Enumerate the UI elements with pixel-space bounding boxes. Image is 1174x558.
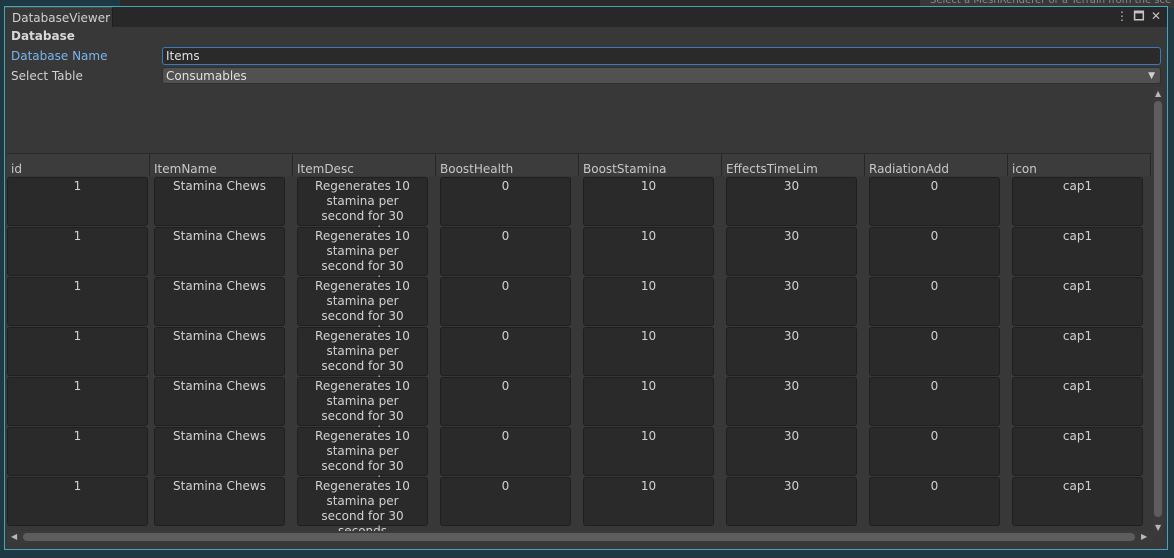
cell-id[interactable]: 1 [7,227,148,276]
table-header-row: id ItemName ItemDesc BoostHealth BoostStamin… [7,153,1152,176]
table-row: 1 Stamina Chews Regenerates 10 stamina per… [7,277,1152,338]
cell-booststamina[interactable]: 10 [583,477,714,526]
cell-itemdesc[interactable]: Regenerates 10 stamina per second for 30… [297,477,428,533]
cell-radiationadd[interactable]: 0 [869,427,1000,476]
maximize-icon[interactable]: 🗖 [1132,9,1146,23]
cell-itemname[interactable]: Stamina Chews [154,177,285,226]
cell-boosthealth[interactable]: 0 [440,427,571,476]
cell-icon[interactable]: cap1 [1012,477,1143,526]
cell-boosthealth[interactable]: 0 [440,277,571,326]
section-title: Database [11,29,75,43]
cell-icon[interactable]: cap1 [1012,427,1143,476]
column-header-id[interactable]: id [7,154,150,176]
table-row: 1 Stamina Chews Regenerates 10 stamina per… [7,377,1152,438]
cell-itemname[interactable]: Stamina Chews [154,377,285,426]
cell-id[interactable]: 1 [7,327,148,376]
cell-itemdesc[interactable]: Regenerates 10 stamina per second for 30… [297,227,428,288]
column-header-radiationadd[interactable]: RadiationAdd [865,154,1008,176]
table-row: 1 Stamina Chews Regenerates 10 stamina per… [7,227,1152,288]
cell-booststamina[interactable]: 10 [583,377,714,426]
vertical-scroll-thumb[interactable] [1154,101,1162,517]
chevron-down-icon: ▼ [1148,71,1155,81]
cell-id[interactable]: 1 [7,277,148,326]
kebab-menu-icon[interactable]: ⋮ [1115,9,1129,23]
database-name-label: Database Name [11,49,108,63]
cell-id[interactable]: 1 [7,377,148,426]
data-grid: id ItemName ItemDesc BoostHealth BoostStamin… [7,153,1152,533]
cell-booststamina[interactable]: 10 [583,277,714,326]
cell-effectstimelim[interactable]: 30 [726,277,857,326]
select-table-value: Consumables [166,69,247,83]
cell-itemname[interactable]: Stamina Chews [154,477,285,526]
cell-itemname[interactable]: Stamina Chews [154,427,285,476]
tab-database-viewer[interactable]: DatabaseViewer [5,7,113,27]
cell-radiationadd[interactable]: 0 [869,277,1000,326]
cell-radiationadd[interactable]: 0 [869,477,1000,526]
cell-booststamina[interactable]: 10 [583,227,714,276]
cell-radiationadd[interactable]: 0 [869,377,1000,426]
cell-effectstimelim[interactable]: 30 [726,477,857,526]
cell-booststamina[interactable]: 10 [583,327,714,376]
table-row: 1 Stamina Chews Regenerates 10 stamina per… [7,177,1152,238]
column-header-boosthealth[interactable]: BoostHealth [436,154,579,176]
cell-id[interactable]: 1 [7,477,148,526]
cell-booststamina[interactable]: 10 [583,177,714,226]
cell-itemdesc[interactable]: Regenerates 10 stamina per second for 30… [297,377,428,438]
tab-bar: DatabaseViewer ⋮ 🗖 ✕ [5,7,1167,27]
horizontal-scrollbar[interactable]: ◀ ▶ [7,531,1153,543]
cell-boosthealth[interactable]: 0 [440,177,571,226]
select-table-label: Select Table [11,69,83,83]
cell-boosthealth[interactable]: 0 [440,377,571,426]
cell-id[interactable]: 1 [7,177,148,226]
cell-boosthealth[interactable]: 0 [440,327,571,376]
cell-itemname[interactable]: Stamina Chews [154,327,285,376]
database-viewer-window: DatabaseViewer ⋮ 🗖 ✕ Database Database N… [4,6,1168,550]
cell-radiationadd[interactable]: 0 [869,177,1000,226]
close-icon[interactable]: ✕ [1149,9,1163,23]
cell-effectstimelim[interactable]: 30 [726,377,857,426]
cell-icon[interactable]: cap1 [1012,277,1143,326]
cell-radiationadd[interactable]: 0 [869,227,1000,276]
horizontal-scroll-thumb[interactable] [23,533,1135,541]
table-row: 1 Stamina Chews Regenerates 10 stamina per… [7,327,1152,388]
cell-effectstimelim[interactable]: 30 [726,177,857,226]
cell-icon[interactable]: cap1 [1012,327,1143,376]
column-header-icon[interactable]: icon [1008,154,1151,176]
cell-itemdesc[interactable]: Regenerates 10 stamina per second for 30… [297,427,428,488]
database-name-input[interactable]: Items [162,47,1161,65]
table-row: 1 Stamina Chews Regenerates 10 stamina per… [7,427,1152,488]
scroll-left-icon[interactable]: ◀ [11,532,17,541]
scroll-right-icon[interactable]: ▶ [1141,532,1147,541]
cell-itemdesc[interactable]: Regenerates 10 stamina per second for 30… [297,177,428,238]
cell-radiationadd[interactable]: 0 [869,327,1000,376]
cell-itemname[interactable]: Stamina Chews [154,277,285,326]
cell-effectstimelim[interactable]: 30 [726,227,857,276]
cell-icon[interactable]: cap1 [1012,227,1143,276]
select-table-dropdown[interactable]: Consumables ▼ [162,67,1161,84]
column-header-booststamina[interactable]: BoostStamina [579,154,722,176]
cell-itemdesc[interactable]: Regenerates 10 stamina per second for 30… [297,277,428,338]
cell-itemdesc[interactable]: Regenerates 10 stamina per second for 30… [297,327,428,388]
cell-boosthealth[interactable]: 0 [440,477,571,526]
column-header-itemname[interactable]: ItemName [150,154,293,176]
cell-icon[interactable]: cap1 [1012,177,1143,226]
cell-booststamina[interactable]: 10 [583,427,714,476]
cell-id[interactable]: 1 [7,427,148,476]
scroll-down-icon[interactable]: ▼ [1155,523,1161,532]
table-row: 1 Stamina Chews Regenerates 10 stamina per… [7,477,1152,533]
cell-itemname[interactable]: Stamina Chews [154,227,285,276]
column-header-effectstimelim[interactable]: EffectsTimeLim [722,154,865,176]
cell-effectstimelim[interactable]: 30 [726,327,857,376]
cell-icon[interactable]: cap1 [1012,377,1143,426]
column-header-itemdesc[interactable]: ItemDesc [293,154,436,176]
vertical-scrollbar[interactable]: ▲ ▼ [1153,87,1163,535]
cell-effectstimelim[interactable]: 30 [726,427,857,476]
scroll-up-icon[interactable]: ▲ [1155,89,1161,98]
cell-boosthealth[interactable]: 0 [440,227,571,276]
